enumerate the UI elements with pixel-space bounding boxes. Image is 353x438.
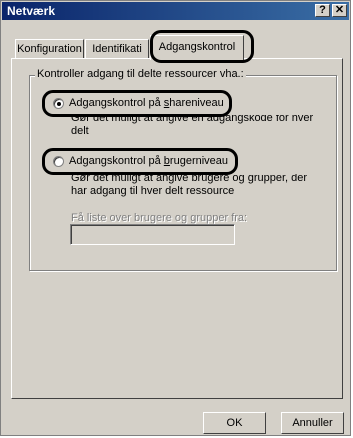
user-level-description: Gør det muligt at angive brugere og grup…	[71, 174, 321, 200]
tab-identifikation[interactable]: Identifikati	[85, 39, 149, 59]
ok-button[interactable]: OK	[203, 412, 266, 434]
description-line: Gør det muligt at angive en adgangskode …	[71, 115, 314, 137]
group-legend: Kontroller adgang til delte ressourcer v…	[35, 68, 246, 81]
tab-konfiguration[interactable]: Konfiguration	[15, 39, 84, 59]
radio-label: Adgangskontrol på brugerniveau	[69, 155, 229, 167]
list-source-input	[70, 224, 235, 245]
close-button[interactable]: ✕	[332, 4, 347, 17]
description-line: Gør det muligt at angive brugere og grup…	[71, 174, 308, 184]
tab-label: Identifikati	[92, 43, 142, 55]
tab-label: Adgangskontrol	[158, 41, 236, 53]
radio-selected-dot	[57, 102, 61, 106]
title-bar: Netværk ? ✕	[2, 2, 349, 20]
network-dialog: Netværk ? ✕ Konfiguration Identifikati A…	[0, 0, 351, 436]
description-line: ressource	[71, 138, 321, 139]
radio-label: Adgangskontrol på shareniveau	[69, 97, 224, 109]
radio-button[interactable]	[53, 98, 64, 109]
tab-label: Konfiguration	[17, 43, 82, 55]
window-title: Netværk	[7, 4, 56, 18]
help-button[interactable]: ?	[315, 4, 330, 17]
tab-adgangskontrol[interactable]: Adgangskontrol	[150, 35, 244, 60]
share-level-description: Gør det muligt at angive en adgangskode …	[71, 115, 321, 139]
cancel-button[interactable]: Annuller	[281, 412, 344, 434]
description-line: har adgang til hver delt ressource	[71, 185, 235, 197]
radio-button[interactable]	[53, 156, 64, 167]
